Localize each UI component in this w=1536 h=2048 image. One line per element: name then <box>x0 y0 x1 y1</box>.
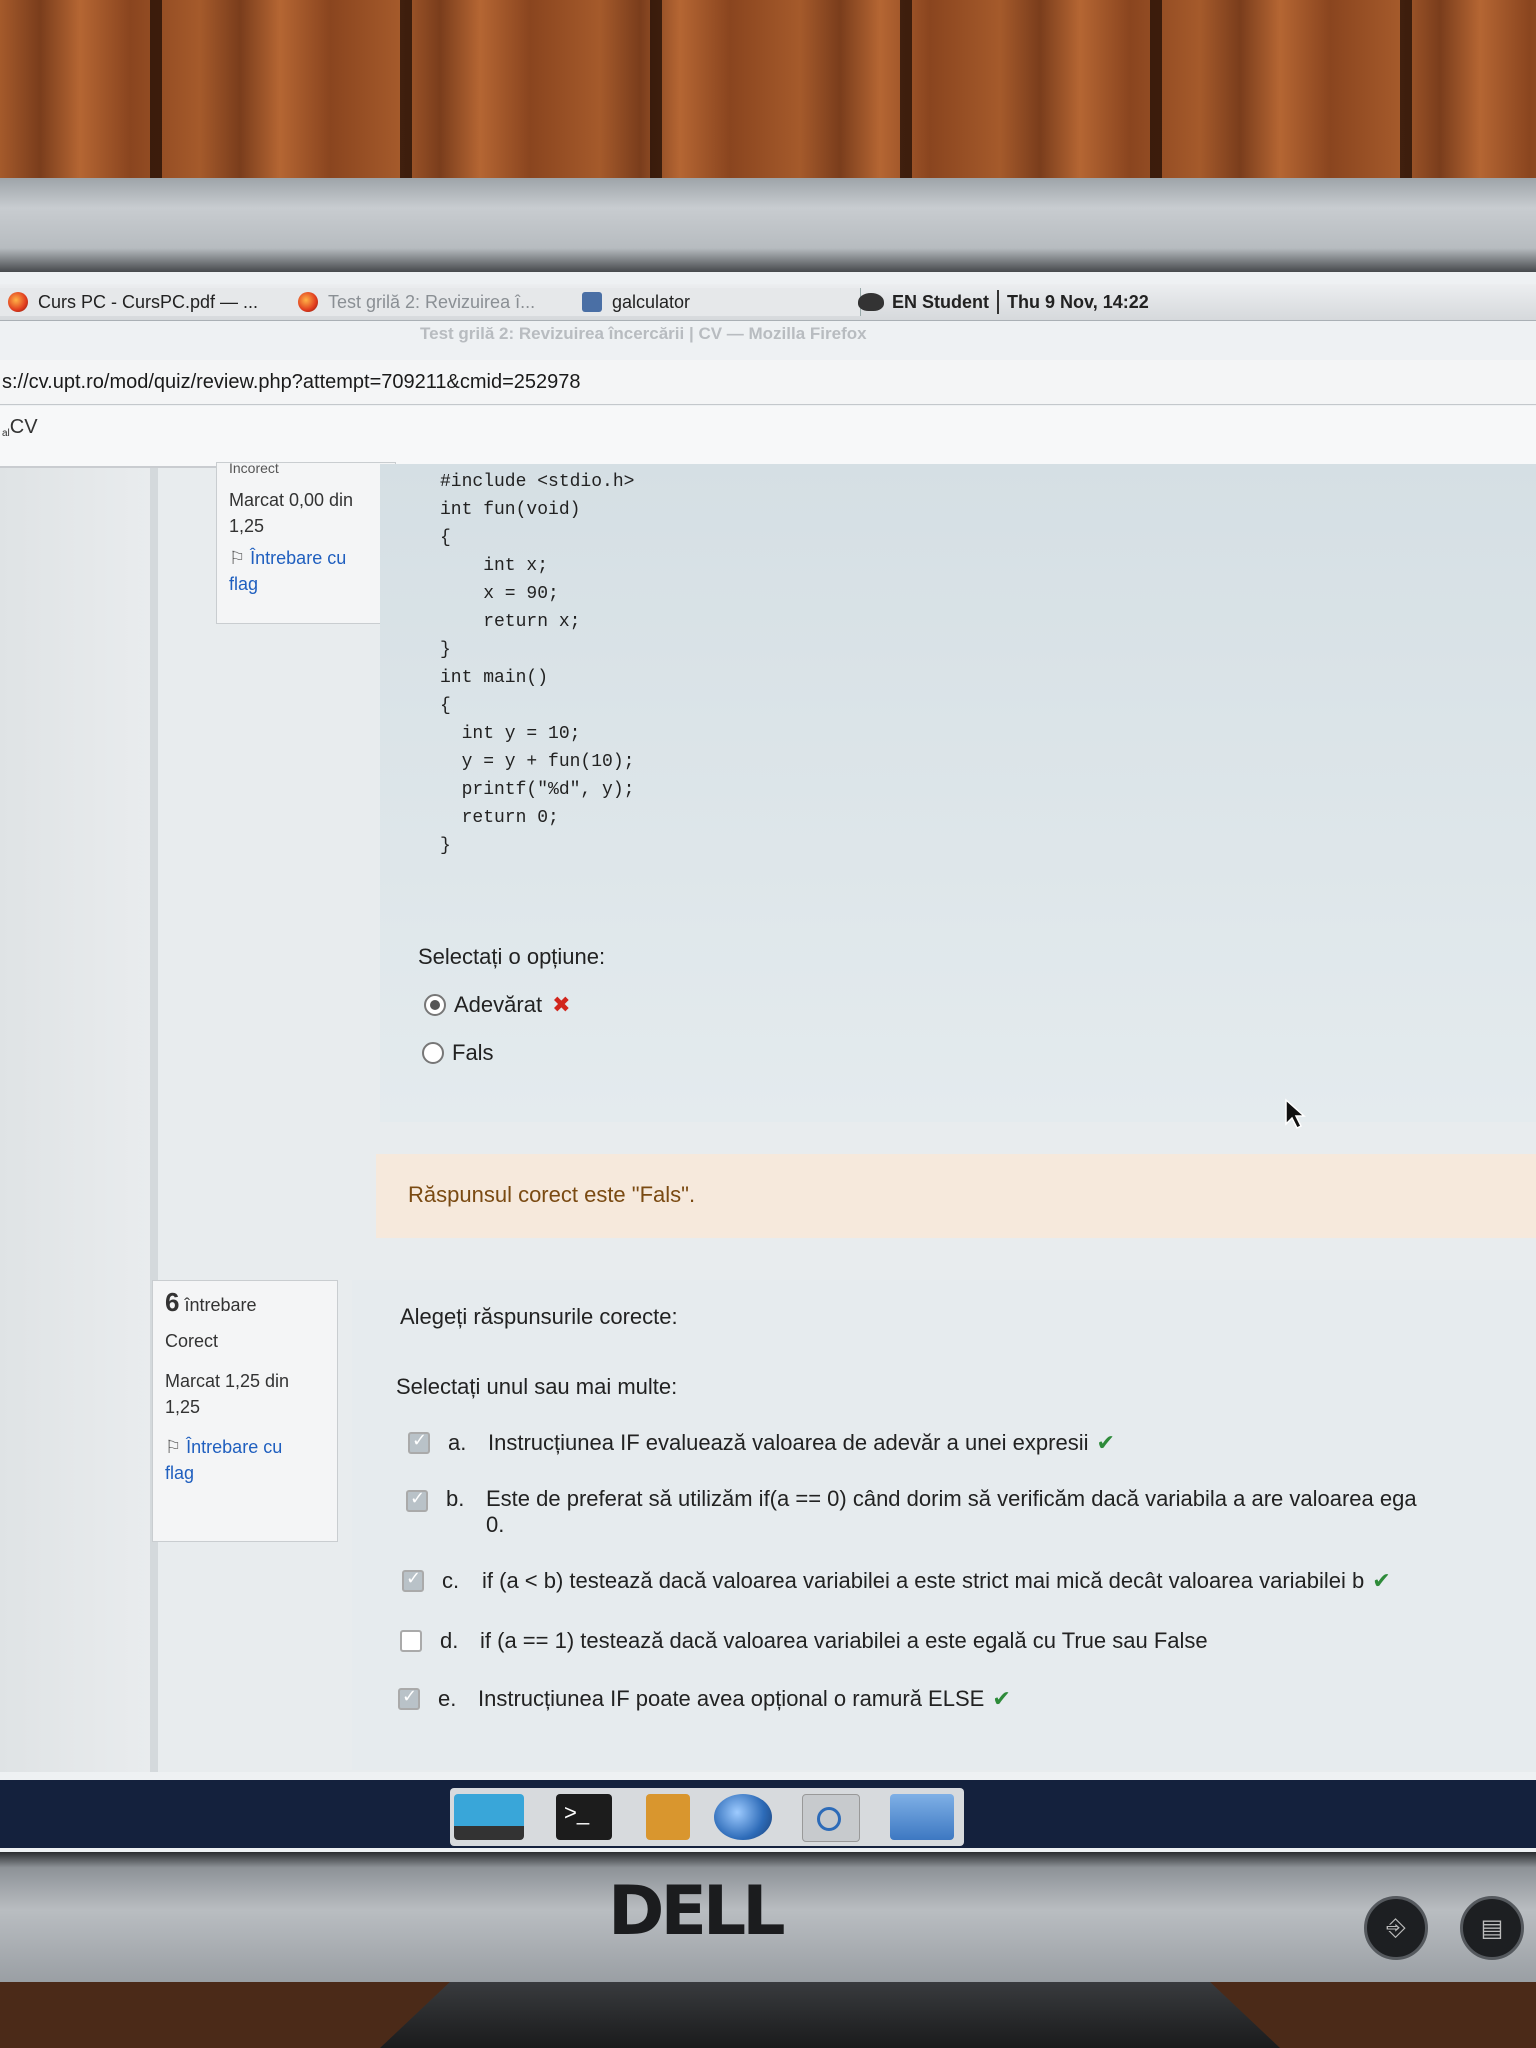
correct-answer-feedback: Răspunsul corect este "Fals". <box>376 1154 1536 1238</box>
taskbar-tab-curs-pdf[interactable]: Curs PC - CursPC.pdf — ... <box>0 288 303 316</box>
system-taskbar: Curs PC - CursPC.pdf — ... Test grilă 2:… <box>0 284 1536 321</box>
flag-icon: ⚐ <box>165 1437 182 1457</box>
mouse-pointer-icon <box>1285 1098 1306 1130</box>
monitor-bezel-top <box>0 178 1536 278</box>
question-mark: Marcat 1,25 din <box>165 1371 290 1391</box>
question-state: Corect <box>165 1331 219 1351</box>
calculator-icon <box>582 292 602 312</box>
file-cabinet-icon[interactable] <box>646 1794 690 1840</box>
correct-icon: ✔ <box>1096 1430 1115 1455</box>
checkbox[interactable] <box>408 1430 430 1454</box>
option-e[interactable]: e. Instrucțiunea IF poate avea opțional … <box>398 1686 1011 1712</box>
code-line: return 0; <box>440 808 559 828</box>
url-bar[interactable]: s://cv.upt.ro/mod/quiz/review.php?attemp… <box>0 360 1536 405</box>
code-line: return x; <box>440 612 581 632</box>
menu-button-icon[interactable]: ▤ <box>1460 1896 1524 1960</box>
keyboard-layout[interactable]: EN <box>892 292 917 313</box>
code-line: #include <stdio.h> <box>440 472 635 492</box>
user-name[interactable]: Student <box>922 292 989 313</box>
radio-button[interactable] <box>424 994 446 1016</box>
clock[interactable]: Thu 9 Nov, 14:22 <box>1007 292 1149 313</box>
flag-icon: ⚐ <box>229 548 246 568</box>
tab-label: galculator <box>612 291 691 312</box>
correct-icon: ✔ <box>992 1686 1011 1711</box>
monitor-bezel-bottom: DELL ⎆ ▤ <box>0 1852 1536 1982</box>
firefox-icon <box>298 292 318 312</box>
quiz-review-page: Incorect Marcat 0,00 din 1,25 ⚐ Întrebar… <box>0 461 1536 1772</box>
checkbox[interactable] <box>406 1488 428 1512</box>
window-title: Test grilă 2: Revizuirea încercării | CV… <box>420 324 867 343</box>
firefox-icon <box>8 292 28 312</box>
option-fals[interactable]: Fals <box>422 1040 494 1066</box>
option-c[interactable]: c. if (a < b) testează dacă valoarea var… <box>402 1568 1391 1594</box>
monitor-stand <box>380 1980 1280 2048</box>
code-line: int x; <box>440 556 549 576</box>
checkbox[interactable] <box>400 1630 422 1652</box>
incorrect-icon: ✖ <box>552 992 571 1017</box>
taskbar-tab-test-grila[interactable]: Test grilă 2: Revizuirea î... <box>290 288 583 316</box>
select-multiple-prompt: Selectați unul sau mai multe: <box>396 1374 678 1399</box>
question-text: Alegeți răspunsurile corecte: <box>400 1304 678 1329</box>
flag-question-link[interactable]: ⚐ Întrebare cu flag <box>229 545 383 597</box>
question-mark: Marcat 0,00 din <box>229 490 354 510</box>
code-line: int y = 10; <box>440 724 581 744</box>
background-wall <box>0 0 1536 200</box>
flag-question-link[interactable]: ⚐ Întrebare cu flag <box>165 1434 325 1486</box>
code-line: int main() <box>440 668 549 688</box>
question-mark-total: 1,25 <box>165 1397 201 1417</box>
option-b[interactable]: b. Este de preferat să utilizăm if(a == … <box>406 1486 1536 1538</box>
correct-icon: ✔ <box>1372 1568 1391 1593</box>
checkbox[interactable] <box>398 1686 420 1710</box>
folder-icon[interactable] <box>890 1794 954 1840</box>
application-dock: >_ <box>0 1780 1536 1848</box>
question-state: Incorect <box>229 461 279 476</box>
radio-button[interactable] <box>422 1042 444 1064</box>
web-browser-icon[interactable] <box>714 1794 772 1840</box>
left-margin <box>0 468 158 1772</box>
input-source-button-icon[interactable]: ⎆ <box>1364 1896 1428 1960</box>
question-number: 6 întrebare <box>165 1287 257 1317</box>
checkbox[interactable] <box>402 1568 424 1592</box>
tab-label: Test grilă 2: Revizuirea î... <box>328 291 536 312</box>
site-logo[interactable]: alCV <box>2 416 38 439</box>
url-text: s://cv.upt.ro/mod/quiz/review.php?attemp… <box>2 370 581 393</box>
dock-launcher: >_ <box>450 1788 964 1846</box>
code-line: } <box>440 640 451 660</box>
option-a[interactable]: a. Instrucțiunea IF evaluează valoarea d… <box>408 1430 1115 1456</box>
option-adevarat[interactable]: Adevărat ✖ <box>424 992 571 1018</box>
code-line: x = 90; <box>440 584 559 604</box>
site-header: alCV <box>0 406 1536 468</box>
option-d[interactable]: d. if (a == 1) testează dacă valoarea va… <box>400 1628 1208 1654</box>
question-5-info: Incorect Marcat 0,00 din 1,25 ⚐ Întrebar… <box>216 461 396 624</box>
taskbar-tab-galculator[interactable]: galculator <box>574 288 861 316</box>
code-block: #include <stdio.h> int fun(void){ int x; … <box>440 468 634 860</box>
search-icon[interactable] <box>802 1794 860 1842</box>
dell-logo: DELL <box>608 1872 786 1951</box>
code-line: printf("%d", y); <box>440 780 635 800</box>
desktop-icon[interactable] <box>454 1794 524 1840</box>
question-6-info: 6 întrebare Corect Marcat 1,25 din 1,25 … <box>152 1280 338 1542</box>
system-status: EN Student Thu 9 Nov, 14:22 <box>858 288 1149 316</box>
code-line: int fun(void) <box>440 500 581 520</box>
code-line: } <box>440 836 451 856</box>
select-option-prompt: Selectați o opțiune: <box>418 944 606 969</box>
code-line: { <box>440 528 451 548</box>
tab-label: Curs PC - CursPC.pdf — ... <box>38 291 259 312</box>
user-icon <box>858 293 884 311</box>
question-mark-total: 1,25 <box>229 516 265 536</box>
code-line: y = y + fun(10); <box>440 752 635 772</box>
terminal-icon[interactable]: >_ <box>556 1794 612 1840</box>
code-line: { <box>440 696 451 716</box>
monitor-screen: Curs PC - CursPC.pdf — ... Test grilă 2:… <box>0 272 1536 1852</box>
